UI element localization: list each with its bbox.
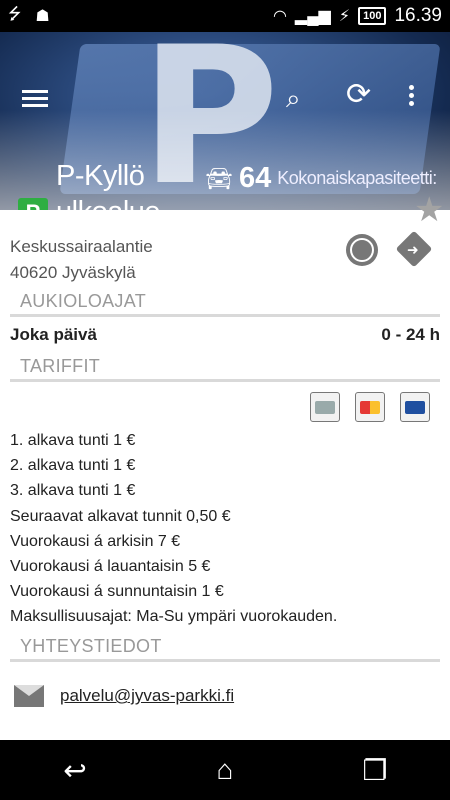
hours-day: Joka päivä bbox=[10, 325, 97, 344]
address-city: 40620 Jyväskylä bbox=[10, 263, 136, 282]
subtitle-row: P ulkoalue bbox=[18, 196, 161, 210]
tariff-item: 3. alkava tunti 1 € bbox=[10, 482, 136, 500]
capacity-info: 🚘︎ 64 Kokonaiskapasiteetti: bbox=[205, 162, 437, 195]
overflow-menu-icon[interactable] bbox=[409, 82, 414, 109]
search-icon[interactable]: ⌕ bbox=[286, 84, 301, 112]
section-contact: YHTEYSTIEDOT bbox=[10, 630, 440, 662]
tariff-item: Vuorokausi á sunnuntaisin 1 € bbox=[10, 583, 224, 601]
globe-icon[interactable] bbox=[346, 234, 378, 266]
tariff-item: Maksullisuusajat: Ma-Su ympäri vuorokaud… bbox=[10, 608, 338, 626]
parking-badge: P bbox=[18, 197, 48, 210]
section-hours: AUKIOLOAJAT bbox=[10, 285, 440, 317]
menu-icon[interactable] bbox=[22, 86, 48, 111]
capacity-value: 64 bbox=[238, 162, 272, 194]
charging-icon: ⚡ bbox=[338, 8, 351, 25]
back-icon[interactable]: ↩ bbox=[45, 750, 105, 790]
contact-email-row[interactable]: palvelu@jyvas-parkki.fi bbox=[14, 685, 234, 707]
refresh-icon[interactable]: ⟳ bbox=[346, 80, 371, 110]
section-contact-title: YHTEYSTIEDOT bbox=[20, 636, 162, 656]
tariff-item: Seuraavat alkavat tunnit 0,50 € bbox=[10, 507, 231, 525]
page-subtitle: ulkoalue bbox=[56, 196, 161, 210]
tariff-list: 1. alkava tunti 1 € 2. alkava tunti 1 € … bbox=[10, 428, 337, 630]
hours-time: 0 - 24 h bbox=[381, 325, 440, 344]
tariff-item: Vuorokausi á lauantaisin 5 € bbox=[10, 558, 211, 576]
signal-icon: ▂▄▆ bbox=[294, 8, 331, 25]
tariff-item: Vuorokausi á arkisin 7 € bbox=[10, 532, 181, 550]
page-title: P-Kyllö bbox=[56, 160, 145, 192]
usb-icon: ⭍ bbox=[8, 5, 22, 23]
car-icon: 🚘︎ bbox=[205, 165, 233, 191]
tariff-item: 2. alkava tunti 1 € bbox=[10, 457, 136, 475]
mail-icon bbox=[14, 685, 44, 707]
favorite-star-icon[interactable]: ★ bbox=[414, 193, 444, 227]
mastercard-icon bbox=[355, 392, 385, 422]
capacity-label: Kokonaiskapasiteetti: bbox=[277, 168, 437, 188]
android-icon: ☗ bbox=[35, 8, 50, 25]
tariff-item: 1. alkava tunti 1 € bbox=[10, 432, 136, 449]
section-hours-title: AUKIOLOAJAT bbox=[20, 291, 146, 311]
address-street: Keskussairaalantie bbox=[10, 237, 153, 256]
section-tariffs-title: TARIFFIT bbox=[20, 356, 101, 376]
coins-payment-icon bbox=[310, 392, 340, 422]
battery-icon: 100 bbox=[358, 7, 387, 25]
email-link[interactable]: palvelu@jyvas-parkki.fi bbox=[60, 686, 234, 706]
section-tariffs: TARIFFIT bbox=[10, 350, 440, 382]
payment-methods bbox=[310, 392, 430, 422]
directions-icon[interactable]: ➜ bbox=[395, 230, 433, 268]
visa-icon bbox=[400, 392, 430, 422]
header-banner: P ⌕ ⟳ P-Kyllö P ulkoalue 🚘︎ 64 Kokonaisk… bbox=[0, 32, 450, 210]
recent-apps-icon[interactable]: ❐ bbox=[345, 750, 405, 790]
home-icon[interactable]: ⌂ bbox=[195, 750, 255, 790]
status-bar: ⭍ ☗ ◠ ▂▄▆ ⚡ 100 16.39 bbox=[0, 0, 450, 32]
navigation-bar: ↩ ⌂ ❐ bbox=[0, 740, 450, 800]
status-time: 16.39 bbox=[394, 5, 442, 26]
hours-row: Joka päivä 0 - 24 h bbox=[10, 325, 440, 345]
address-block: Keskussairaalantie 40620 Jyväskylä bbox=[10, 234, 153, 286]
wifi-icon: ◠ bbox=[272, 8, 287, 25]
